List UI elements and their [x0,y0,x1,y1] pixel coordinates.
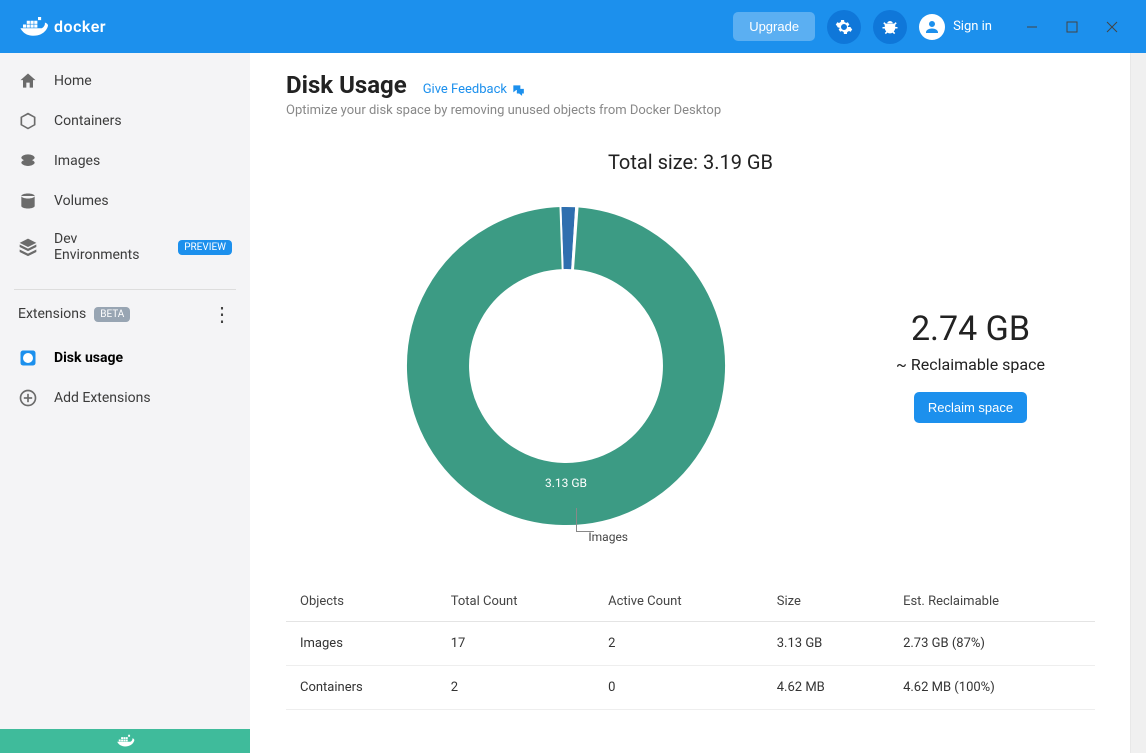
disk-usage-donut-chart: 3.13 GB Images [406,206,726,526]
whale-icon [115,734,135,748]
app-header: docker Upgrade Sign in [0,0,1146,53]
stack-icon [18,237,38,257]
sidebar-item-home[interactable]: Home [0,61,250,101]
column-header: Size [763,582,889,622]
table-cell: Containers [286,666,437,710]
brand-name: docker [54,17,106,36]
page-title: Disk Usage [286,71,407,99]
settings-button[interactable] [827,10,861,44]
sidebar-item-dev-environments[interactable]: Dev Environments PREVIEW [0,221,250,273]
table-cell: 17 [437,622,594,666]
maximize-button[interactable] [1052,12,1092,42]
volumes-icon [18,191,38,211]
reclaimable-amount: 2.74 GB [911,309,1030,349]
feedback-icon [510,83,526,97]
reclaimable-label: ~ Reclaimable space [896,355,1045,374]
sidebar-item-label: Containers [54,113,122,129]
whale-icon [18,15,48,39]
plus-circle-icon [18,388,38,408]
bug-icon [881,18,899,36]
sidebar-item-label: Disk usage [54,350,123,366]
extensions-header: Extensions BETA ⋮ [0,298,250,330]
column-header: Active Count [594,582,763,622]
table-cell: 2.73 GB (87%) [889,622,1095,666]
beta-badge: BETA [94,307,130,322]
column-header: Objects [286,582,437,622]
sidebar-item-label: Home [54,73,92,89]
reclaim-space-button[interactable]: Reclaim space [914,392,1027,423]
column-header: Total Count [437,582,594,622]
column-header: Est. Reclaimable [889,582,1095,622]
extensions-label: Extensions [18,306,86,322]
table-cell: Images [286,622,437,666]
sidebar-item-disk-usage[interactable]: Disk usage [0,338,250,378]
table-cell: 0 [594,666,763,710]
gear-icon [835,18,853,36]
table-row: Containers204.62 MB4.62 MB (100%) [286,666,1095,710]
window-controls [1012,12,1132,42]
objects-table: ObjectsTotal CountActive CountSizeEst. R… [286,582,1095,710]
page-subtitle: Optimize your disk space by removing unu… [286,103,1095,118]
scrollbar-up[interactable] [1134,63,1144,75]
sidebar-item-containers[interactable]: Containers [0,101,250,141]
sidebar-item-add-extensions[interactable]: Add Extensions [0,378,250,418]
sidebar-item-images[interactable]: Images [0,141,250,181]
table-cell: 3.13 GB [763,622,889,666]
preview-badge: PREVIEW [178,240,232,255]
sidebar: Home Containers Images Volumes Dev Envir… [0,53,250,753]
divider [14,289,236,290]
donut-value-label: 3.13 GB [545,476,587,490]
docker-logo: docker [18,15,106,39]
scrollbar-down[interactable] [1134,737,1144,749]
troubleshoot-button[interactable] [873,10,907,44]
sidebar-item-label: Images [54,153,100,169]
signin-button[interactable]: Sign in [919,14,992,40]
home-icon [18,71,38,91]
main-content: Disk Usage Give Feedback Optimize your d… [250,53,1146,753]
sidebar-footer[interactable] [0,729,250,753]
minimize-button[interactable] [1012,12,1052,42]
donut-category-label: Images [588,530,628,544]
disk-usage-icon [18,348,38,368]
extensions-menu-button[interactable]: ⋮ [212,302,232,326]
account-icon [919,14,945,40]
table-cell: 4.62 MB [763,666,889,710]
sidebar-item-label: Dev Environments [54,231,162,263]
table-cell: 2 [594,622,763,666]
give-feedback-link[interactable]: Give Feedback [423,82,527,97]
table-row: Images1723.13 GB2.73 GB (87%) [286,622,1095,666]
upgrade-button[interactable]: Upgrade [733,12,815,41]
sidebar-item-label: Volumes [54,193,109,209]
close-button[interactable] [1092,12,1132,42]
table-cell: 2 [437,666,594,710]
containers-icon [18,111,38,131]
signin-label: Sign in [953,19,992,34]
sidebar-item-label: Add Extensions [54,390,151,406]
sidebar-item-volumes[interactable]: Volumes [0,181,250,221]
images-icon [18,151,38,171]
table-cell: 4.62 MB (100%) [889,666,1095,710]
total-size: Total size: 3.19 GB [286,150,1095,174]
